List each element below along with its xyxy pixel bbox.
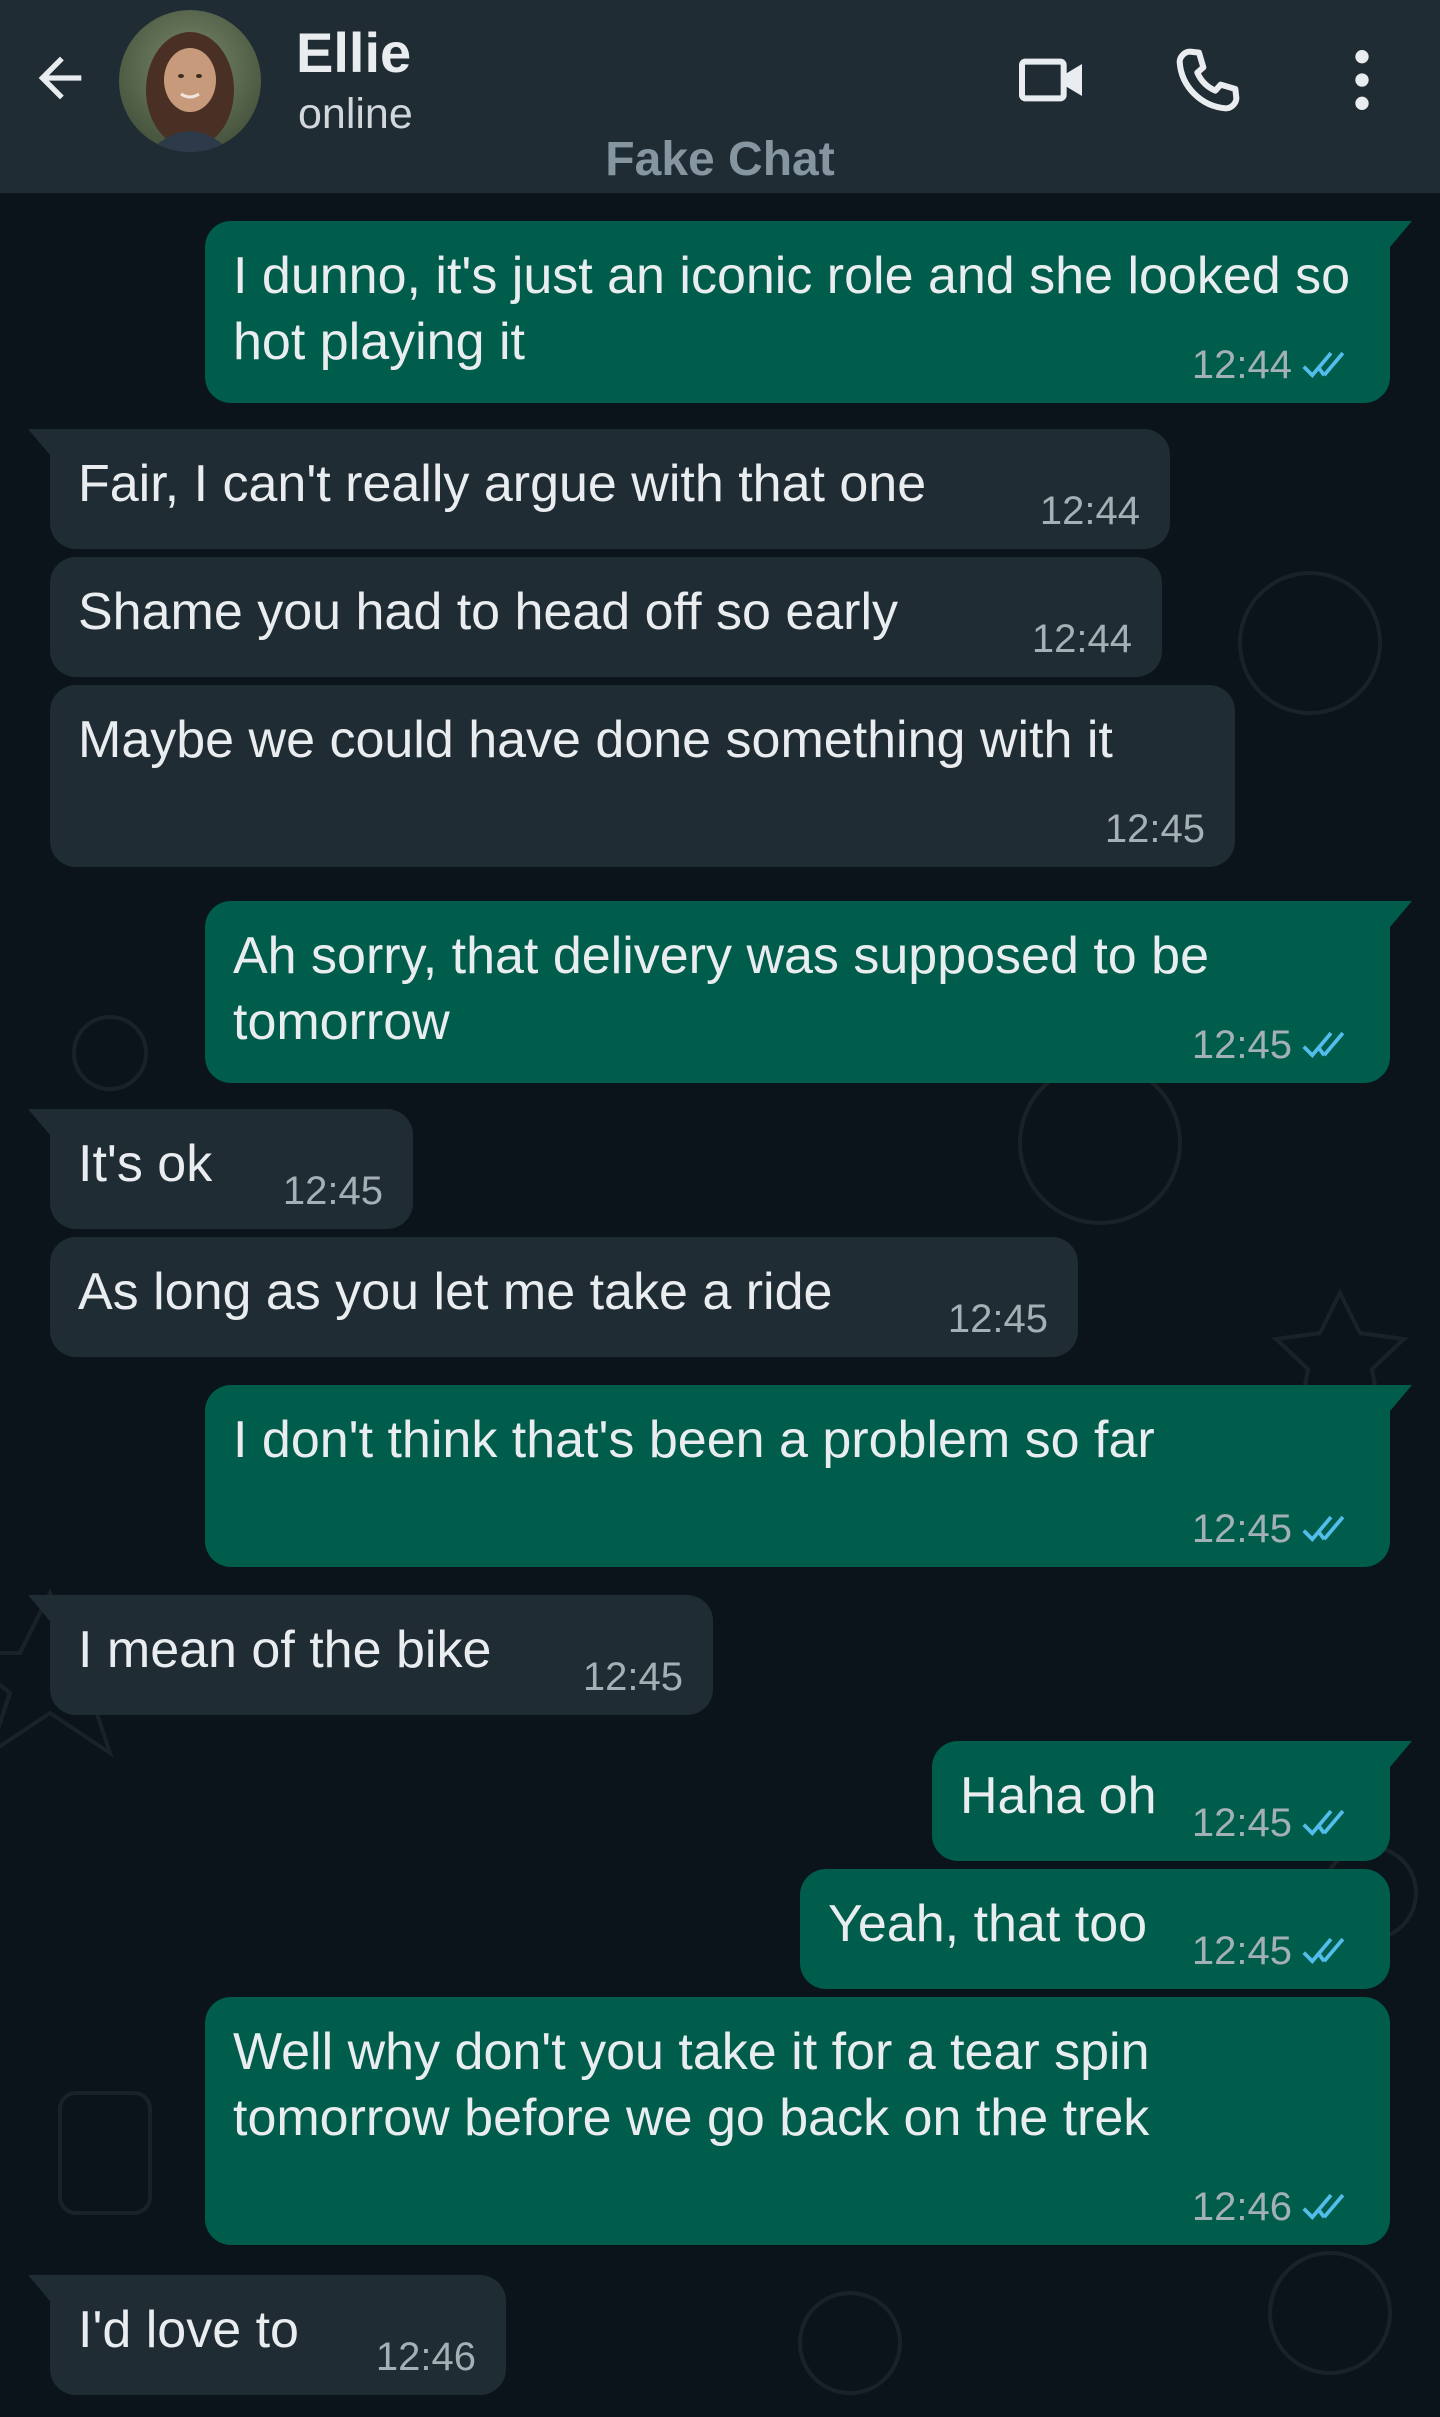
- read-receipt-double-check-icon: [1302, 1515, 1345, 1542]
- message-timestamp: 12:46: [375, 2335, 476, 2379]
- outgoing-message-bubble[interactable]: Yeah, that too 12:45: [800, 1869, 1390, 1989]
- message-meta: 12:45: [1192, 1025, 1360, 1065]
- message-text: Maybe we could have done something with …: [78, 711, 1113, 769]
- message-timestamp: 12:45: [1191, 1929, 1292, 1973]
- message-text: Shame you had to head off so early: [78, 583, 899, 641]
- chat-header: Ellie online Fake Chat: [0, 0, 1440, 193]
- more-options-icon[interactable]: [1322, 40, 1402, 120]
- incoming-message-bubble[interactable]: I mean of the bike 12:45: [28, 1595, 713, 1715]
- message-meta: 12:45: [283, 1171, 383, 1211]
- message-meta: 12:45: [583, 1657, 683, 1697]
- message-timestamp: 12:45: [947, 1297, 1048, 1341]
- incoming-message-bubble[interactable]: Fair, I can't really argue with that one…: [28, 429, 1170, 549]
- contact-avatar[interactable]: [119, 10, 261, 152]
- incoming-message-bubble[interactable]: Maybe we could have done something with …: [50, 685, 1235, 867]
- message-timestamp: 12:45: [1191, 1801, 1292, 1845]
- incoming-message-bubble[interactable]: As long as you let me take a ride 12:45: [50, 1237, 1078, 1357]
- read-receipt-double-check-icon: [1302, 1937, 1345, 1964]
- message-meta: 12:44: [1032, 619, 1132, 659]
- message-timestamp: 12:45: [1191, 1023, 1292, 1067]
- message-meta: 12:45: [1105, 809, 1205, 849]
- contact-name[interactable]: Ellie: [296, 20, 411, 85]
- message-timestamp: 12:46: [1191, 2185, 1292, 2229]
- message-timestamp: 12:44: [1039, 489, 1140, 533]
- message-text: I don't think that's been a problem so f…: [233, 1411, 1155, 1469]
- incoming-message-bubble[interactable]: I'd love to 12:46: [28, 2275, 506, 2395]
- message-meta: 12:44: [1040, 491, 1140, 531]
- message-timestamp: 12:45: [282, 1169, 383, 1213]
- app-watermark: Fake Chat: [605, 133, 835, 186]
- outgoing-message-bubble[interactable]: Haha oh 12:45: [932, 1741, 1412, 1861]
- message-meta: 12:44: [1192, 345, 1360, 385]
- read-receipt-double-check-icon: [1302, 351, 1345, 378]
- read-receipt-double-check-icon: [1302, 1031, 1345, 1058]
- message-meta: 12:46: [376, 2337, 476, 2377]
- message-meta: 12:45: [1192, 1509, 1360, 1549]
- message-text: Well why don't you take it for a tear sp…: [233, 2023, 1150, 2147]
- message-meta: 12:46: [1192, 2187, 1360, 2227]
- message-timestamp: 12:45: [1191, 1507, 1292, 1551]
- message-meta: 12:45: [1192, 1931, 1360, 1971]
- outgoing-message-bubble[interactable]: Ah sorry, that delivery was supposed to …: [205, 901, 1412, 1083]
- outgoing-message-bubble[interactable]: I don't think that's been a problem so f…: [205, 1385, 1412, 1567]
- incoming-message-bubble[interactable]: Shame you had to head off so early 12:44: [50, 557, 1162, 677]
- message-timestamp: 12:45: [582, 1655, 683, 1699]
- message-timestamp: 12:44: [1031, 617, 1132, 661]
- read-receipt-double-check-icon: [1302, 2193, 1345, 2220]
- outgoing-message-bubble[interactable]: Well why don't you take it for a tear sp…: [205, 1997, 1390, 2245]
- voice-call-icon[interactable]: [1168, 40, 1248, 120]
- message-timestamp: 12:45: [1104, 807, 1205, 851]
- outgoing-message-bubble[interactable]: I dunno, it's just an iconic role and sh…: [205, 221, 1412, 403]
- video-call-icon[interactable]: [1012, 40, 1092, 120]
- message-meta: 12:45: [948, 1299, 1048, 1339]
- message-text: Fair, I can't really argue with that one: [78, 455, 927, 513]
- message-list[interactable]: I dunno, it's just an iconic role and sh…: [0, 193, 1440, 2417]
- incoming-message-bubble[interactable]: It's ok 12:45: [28, 1109, 413, 1229]
- message-text: As long as you let me take a ride: [78, 1263, 833, 1321]
- message-timestamp: 12:44: [1191, 343, 1292, 387]
- read-receipt-double-check-icon: [1302, 1809, 1345, 1836]
- back-arrow-icon[interactable]: [28, 46, 92, 110]
- message-meta: 12:45: [1192, 1803, 1360, 1843]
